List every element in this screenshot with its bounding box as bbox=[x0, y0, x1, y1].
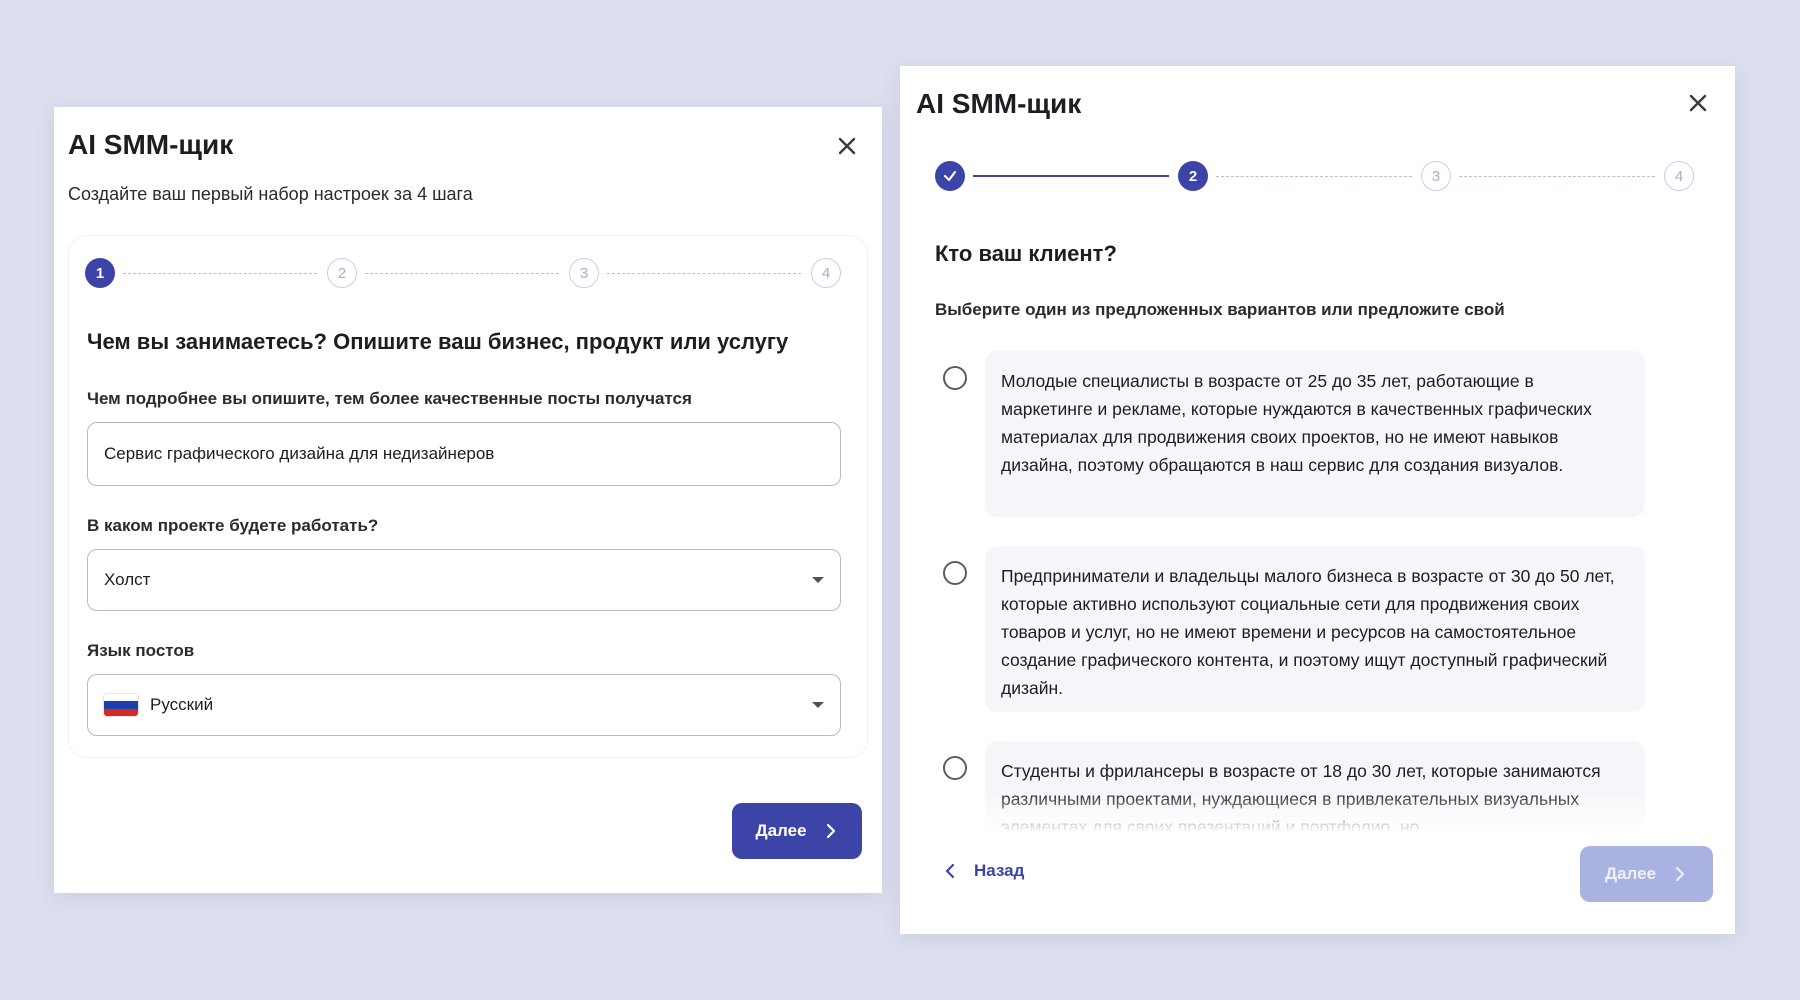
close-button[interactable] bbox=[1681, 86, 1715, 120]
dialog-title: AI SMM-щик bbox=[916, 88, 1082, 119]
option-text[interactable]: Студенты и фрилансеры в возрасте от 18 д… bbox=[985, 741, 1645, 831]
chevron-left-icon bbox=[945, 863, 955, 879]
option-radio[interactable] bbox=[943, 561, 967, 585]
step-card: 1 2 3 4 Чем вы занимаетесь? Опишите ваш … bbox=[68, 235, 868, 758]
step-question: Чем вы занимаетесь? Опишите ваш бизнес, … bbox=[87, 329, 789, 354]
language-select[interactable]: Русский bbox=[87, 674, 841, 736]
step-indicator-3: 3 bbox=[569, 258, 599, 288]
next-button[interactable]: Далее bbox=[732, 803, 862, 859]
business-description-field[interactable] bbox=[87, 422, 841, 486]
option-text[interactable]: Предприниматели и владельцы малого бизне… bbox=[985, 546, 1645, 712]
step-connector bbox=[123, 273, 317, 274]
step-question: Кто ваш клиент? bbox=[935, 241, 1117, 266]
step-connector bbox=[973, 175, 1169, 177]
next-button[interactable]: Далее bbox=[1580, 846, 1713, 902]
close-icon bbox=[838, 137, 856, 155]
client-option[interactable]: Предприниматели и владельцы малого бизне… bbox=[935, 546, 1645, 712]
step-connector bbox=[1216, 176, 1412, 177]
step-instruction: Выберите один из предложенных вариантов … bbox=[935, 300, 1505, 319]
client-options-list[interactable]: Молодые специалисты в возрасте от 25 до … bbox=[935, 351, 1645, 831]
client-option[interactable]: Студенты и фрилансеры в возрасте от 18 д… bbox=[935, 741, 1645, 831]
project-select-value: Холст bbox=[104, 570, 151, 589]
language-select-value: Русский bbox=[150, 695, 214, 714]
step-indicator-4: 4 bbox=[1664, 161, 1694, 191]
step-indicator-2: 2 bbox=[327, 258, 357, 288]
project-select[interactable]: Холст bbox=[87, 549, 841, 611]
dialog-title: AI SMM-щик bbox=[68, 129, 234, 160]
stepper: 2 3 4 bbox=[935, 161, 1711, 193]
stepper: 1 2 3 4 bbox=[85, 258, 853, 290]
caret-down-icon bbox=[812, 577, 824, 583]
russia-flag-icon bbox=[104, 694, 138, 716]
step-connector bbox=[607, 273, 801, 274]
back-button-label: Назад bbox=[974, 861, 1025, 880]
chevron-right-icon bbox=[1675, 866, 1685, 882]
step-indicator-1 bbox=[935, 161, 965, 191]
next-button-label: Далее bbox=[1604, 864, 1657, 883]
option-radio[interactable] bbox=[943, 366, 967, 390]
check-icon bbox=[943, 170, 957, 182]
step-connector bbox=[365, 273, 559, 274]
language-label: Язык постов bbox=[87, 641, 195, 660]
close-button[interactable] bbox=[830, 129, 864, 163]
back-button[interactable]: Назад bbox=[942, 861, 1024, 881]
setup-dialog-step-1: AI SMM-щик Создайте ваш первый набор нас… bbox=[54, 107, 882, 893]
business-description-input[interactable] bbox=[104, 444, 824, 464]
step-indicator-1: 1 bbox=[85, 258, 115, 288]
caret-down-icon bbox=[812, 702, 824, 708]
option-text[interactable]: Молодые специалисты в возрасте от 25 до … bbox=[985, 351, 1645, 517]
next-button-label: Далее bbox=[755, 821, 807, 840]
setup-dialog-step-2: AI SMM-щик 2 3 4 Кто ваш клиент? Выберит… bbox=[900, 66, 1735, 934]
description-label: Чем подробнее вы опишите, тем более каче… bbox=[87, 389, 692, 408]
option-radio[interactable] bbox=[943, 756, 967, 780]
client-option[interactable]: Молодые специалисты в возрасте от 25 до … bbox=[935, 351, 1645, 517]
step-indicator-4: 4 bbox=[811, 258, 841, 288]
step-connector bbox=[1459, 176, 1655, 177]
project-label: В каком проекте будете работать? bbox=[87, 516, 379, 535]
chevron-right-icon bbox=[826, 823, 835, 839]
step-indicator-3: 3 bbox=[1421, 161, 1451, 191]
step-indicator-2: 2 bbox=[1178, 161, 1208, 191]
dialog-subtitle: Создайте ваш первый набор настроек за 4 … bbox=[68, 184, 473, 204]
close-icon bbox=[1689, 94, 1707, 112]
